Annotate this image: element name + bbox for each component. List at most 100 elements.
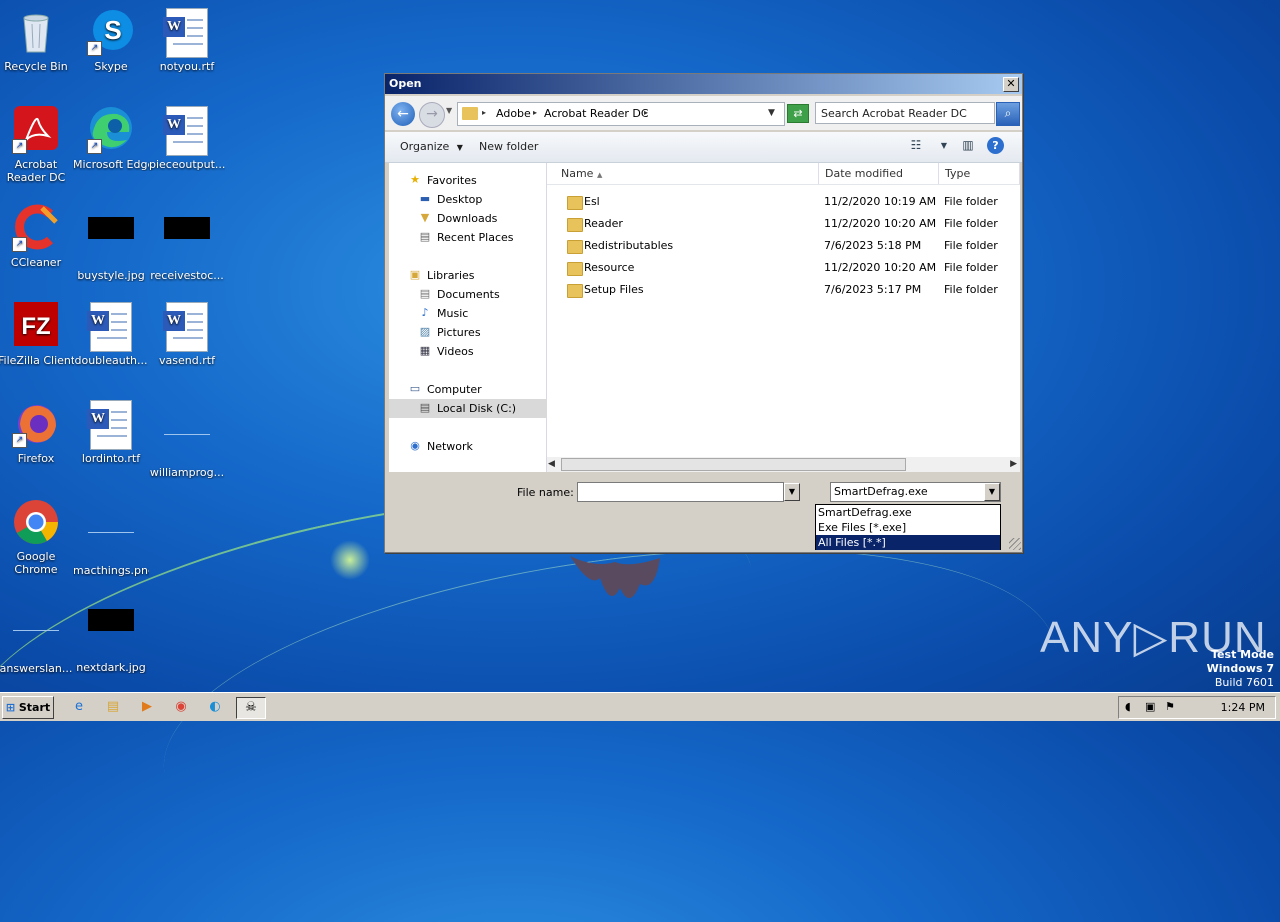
desktop-icon-lordinto[interactable]: W lordinto.rtf xyxy=(73,400,149,465)
search-icon: ⌕ xyxy=(1004,106,1012,120)
file-type-select[interactable]: SmartDefrag.exe xyxy=(830,482,1001,502)
nav-favorites[interactable]: ★ Favorites xyxy=(407,171,477,190)
dialog-titlebar[interactable]: Open ✕ xyxy=(385,74,1022,94)
view-options-icon[interactable]: ☷ xyxy=(907,138,925,154)
file-type-option[interactable]: All Files [*.*] xyxy=(816,535,1000,550)
nav-downloads[interactable]: ▼ Downloads xyxy=(417,209,498,228)
desktop-icon-macthings[interactable]: macthings.png xyxy=(73,498,149,577)
desktop-icon-label: Microsoft Edge xyxy=(73,158,149,171)
column-header-name[interactable]: Name ▲ xyxy=(547,163,819,185)
row-type: File folder xyxy=(944,239,998,252)
recent-pages-dropdown[interactable]: ▼ xyxy=(446,106,452,115)
nav-libraries[interactable]: ▣ Libraries xyxy=(407,266,475,285)
word-document-icon: W xyxy=(87,400,135,450)
file-name-dropdown-button[interactable]: ▼ xyxy=(784,483,800,501)
file-type-option[interactable]: SmartDefrag.exe xyxy=(816,505,1000,520)
start-button[interactable]: ⊞ Start xyxy=(2,696,54,719)
pictures-icon: ▨ xyxy=(419,325,431,338)
desktop-icon-label: macthings.png xyxy=(73,564,149,577)
desktop-icon-filezilla[interactable]: FZ FileZilla Client xyxy=(0,302,74,367)
desktop-icon-williamprog[interactable]: williamprog... xyxy=(149,400,225,479)
table-row[interactable]: Esl 11/2/2020 10:19 AM File folder xyxy=(547,192,1020,212)
back-button[interactable]: ← xyxy=(391,102,415,126)
skype-icon: S ↗ xyxy=(87,8,135,56)
address-bar[interactable]: ▸ Adobe ▸ Acrobat Reader DC ▸ ▼ xyxy=(457,102,785,126)
resize-grip[interactable] xyxy=(1009,538,1021,550)
breadcrumb-adobe[interactable]: Adobe xyxy=(496,107,531,120)
chrome-taskbar-icon[interactable]: ◉ xyxy=(170,697,192,717)
nav-documents[interactable]: ▤ Documents xyxy=(417,285,500,304)
forward-button[interactable]: → xyxy=(419,102,445,128)
preview-pane-icon[interactable]: ▥ xyxy=(959,138,977,154)
edge-taskbar-icon[interactable]: ◐ xyxy=(204,697,226,717)
row-name: Setup Files xyxy=(584,283,644,296)
taskbar: ⊞ Start e ▤ ▶ ◉ ◐ ☠ ◖ ▣ ⚑ 1:24 PM xyxy=(0,692,1280,721)
table-row[interactable]: Resource 11/2/2020 10:20 AM File folder xyxy=(547,258,1020,278)
address-dropdown-icon[interactable]: ▼ xyxy=(768,108,775,118)
nav-desktop[interactable]: ▬ Desktop xyxy=(417,190,483,209)
desktop-icon-receivestoc[interactable]: receivestoc... xyxy=(149,204,225,282)
desktop-icon-vasend[interactable]: W vasend.rtf xyxy=(149,302,225,367)
desktop-icon-acrobat[interactable]: ↗ Acrobat Reader DC xyxy=(0,106,74,184)
desktop-icon-edge[interactable]: ↗ Microsoft Edge xyxy=(73,106,149,171)
file-type-dropdown-button[interactable]: ▼ xyxy=(984,483,1000,501)
close-button[interactable]: ✕ xyxy=(1003,77,1019,92)
desktop-icon-pieceoutput[interactable]: W pieceoutput... xyxy=(149,106,225,171)
column-header-type[interactable]: Type xyxy=(939,163,1020,185)
music-icon: ♪ xyxy=(421,306,429,319)
search-input[interactable]: Search Acrobat Reader DC xyxy=(815,102,995,124)
desktop-icon-label: Skype xyxy=(94,60,128,73)
media-player-icon[interactable]: ▶ xyxy=(136,697,158,717)
nav-computer[interactable]: ▭ Computer xyxy=(407,380,482,399)
active-app-icon[interactable]: ☠ xyxy=(236,697,266,719)
desktop-icon-doubleauth[interactable]: W doubleauth... xyxy=(73,302,149,367)
organize-button[interactable]: Organize ▼ xyxy=(400,140,463,153)
table-row[interactable]: Setup Files 7/6/2023 5:17 PM File folder xyxy=(547,280,1020,300)
file-type-option[interactable]: Exe Files [*.exe] xyxy=(816,520,1000,535)
desktop-icon-skype[interactable]: S ↗ Skype xyxy=(73,8,149,73)
nav-music[interactable]: ♪ Music xyxy=(417,304,468,323)
desktop-icon-recycle-bin[interactable]: Recycle Bin xyxy=(0,8,74,73)
volume-icon[interactable]: ◖ xyxy=(1125,700,1131,713)
nav-network[interactable]: ◉ Network xyxy=(407,437,473,456)
column-header-date[interactable]: Date modified xyxy=(819,163,939,185)
file-name-label: File name: xyxy=(517,486,574,499)
search-button[interactable]: ⌕ xyxy=(996,102,1020,126)
horizontal-scrollbar[interactable]: ◀ ▶ xyxy=(547,457,1020,472)
desktop-icon-notyou[interactable]: W notyou.rtf xyxy=(149,8,225,73)
new-folder-button[interactable]: New folder xyxy=(479,140,538,153)
scrollbar-thumb[interactable] xyxy=(561,458,906,471)
watermark-line: Windows 7 xyxy=(1206,662,1274,675)
help-button[interactable]: ? xyxy=(987,137,1004,154)
breadcrumb-separator-icon: ▸ xyxy=(482,108,487,117)
chevron-down-icon[interactable]: ▼ xyxy=(935,141,953,157)
desktop-icon-answerslan[interactable]: answerslan... xyxy=(0,596,74,675)
network-tray-icon[interactable]: ▣ xyxy=(1145,700,1155,713)
desktop-icon-firefox[interactable]: ↗ Firefox xyxy=(0,400,74,465)
desktop-icon-ccleaner[interactable]: ↗ CCleaner xyxy=(0,204,74,269)
flag-icon[interactable]: ⚑ xyxy=(1165,700,1175,713)
clock[interactable]: 1:24 PM xyxy=(1221,700,1265,715)
desktop-icon-buystyle[interactable]: buystyle.jpg xyxy=(73,204,149,282)
desktop-icon-nextdark[interactable]: nextdark.jpg xyxy=(73,596,149,674)
desktop-icon-chrome[interactable]: Google Chrome xyxy=(0,498,74,576)
nav-pictures[interactable]: ▨ Pictures xyxy=(417,323,481,342)
internet-explorer-icon[interactable]: e xyxy=(68,697,90,717)
file-explorer-icon[interactable]: ▤ xyxy=(102,697,124,717)
scroll-left-icon[interactable]: ◀ xyxy=(548,459,555,469)
scroll-right-icon[interactable]: ▶ xyxy=(1010,459,1017,469)
table-row[interactable]: Redistributables 7/6/2023 5:18 PM File fol… xyxy=(547,236,1020,256)
file-name-input[interactable] xyxy=(577,482,784,502)
documents-icon: ▤ xyxy=(419,287,431,300)
watermark-line: Build 7601 xyxy=(1214,676,1274,689)
refresh-button[interactable]: ⇄ xyxy=(787,104,809,123)
svg-text:S: S xyxy=(104,15,121,45)
nav-recent-places[interactable]: ▤ Recent Places xyxy=(417,228,514,247)
breadcrumb-acrobat-reader-dc[interactable]: Acrobat Reader DC xyxy=(544,107,649,120)
row-date: 11/2/2020 10:19 AM xyxy=(824,195,937,208)
desktop-icon-label: pieceoutput... xyxy=(149,158,225,171)
nav-videos[interactable]: ▦ Videos xyxy=(417,342,474,361)
open-file-dialog: Open ✕ ← → ▼ ▸ Adobe ▸ Acrobat Reader DC… xyxy=(384,73,1023,553)
file-thumbnail-icon xyxy=(12,610,60,658)
table-row[interactable]: Reader 11/2/2020 10:20 AM File folder xyxy=(547,214,1020,234)
